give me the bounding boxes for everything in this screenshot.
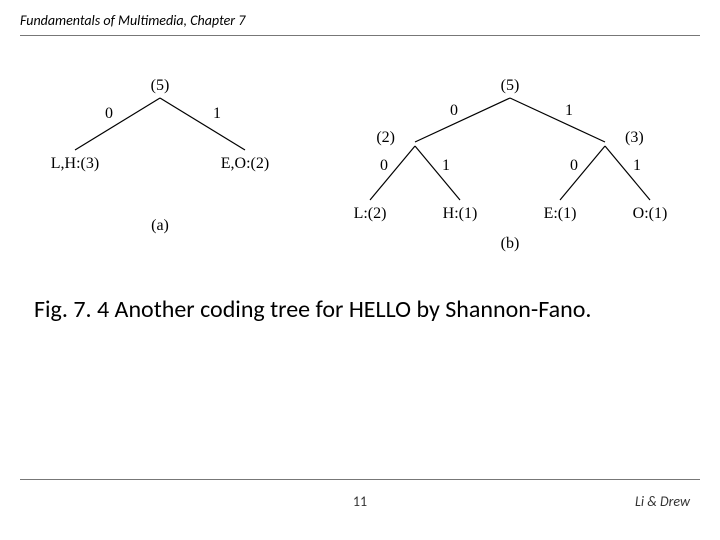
- tree-b-edge-H: 1: [442, 157, 450, 174]
- tree-b-root-count: (5): [501, 77, 520, 94]
- tree-b-edge-E: 0: [570, 157, 578, 174]
- figure-caption: Fig. 7. 4 Another coding tree for HELLO …: [34, 295, 690, 324]
- tree-a-leaf-LH: L,H:(3): [51, 155, 99, 172]
- tree-b-leaf-O: O:(1): [633, 205, 668, 222]
- tree-b-right-count: (3): [625, 129, 644, 146]
- tree-b-left-count: (2): [376, 129, 395, 146]
- page-number: 11: [0, 493, 720, 510]
- tree-b-rootedge1: 1: [565, 102, 573, 119]
- tree-b-leaf-E: E:(1): [544, 205, 577, 222]
- tree-b-label: (b): [501, 235, 520, 252]
- footer-divider: [20, 479, 700, 480]
- tree-a-leaf-EO: E,O:(2): [221, 155, 269, 172]
- tree-a-edge1: 1: [213, 105, 221, 122]
- slide-page: Fundamentals of Multimedia, Chapter 7 (5…: [0, 0, 720, 540]
- tree-a: (5) 0 1 L,H:(3) E,O:(2) (a): [51, 77, 269, 234]
- tree-b-leaf-H: H:(1): [443, 205, 478, 222]
- figure-trees: (5) 0 1 L,H:(3) E,O:(2) (a) (5) 0: [20, 70, 700, 260]
- tree-a-root-count: (5): [151, 77, 170, 94]
- page-header: Fundamentals of Multimedia, Chapter 7: [20, 12, 700, 36]
- tree-a-label: (a): [151, 217, 169, 234]
- tree-b-leaf-L: L:(2): [354, 205, 387, 222]
- tree-b: (5) 0 1 (2) (3) 0 1 0 1 L:(2): [354, 77, 668, 252]
- tree-b-rootedge0: 0: [450, 102, 458, 119]
- authors: Li & Drew: [635, 493, 690, 510]
- tree-a-edge0: 0: [105, 105, 113, 122]
- tree-b-edge-O: 1: [633, 157, 641, 174]
- tree-b-edge-L: 0: [380, 157, 388, 174]
